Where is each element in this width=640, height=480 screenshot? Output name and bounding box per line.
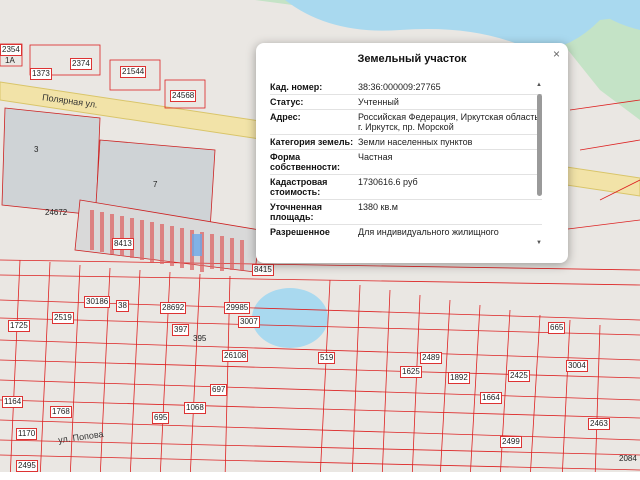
parcel-label: 695 [152,412,170,424]
parcel-label: 1664 [480,392,502,404]
parcel-label: 1068 [184,402,206,414]
parcel-label: 1170 [16,428,38,440]
parcel-label: 24672 [45,208,68,217]
parcel-label: 1164 [2,396,24,408]
parcel-label: 26108 [222,350,249,362]
parcel-label: 397 [172,324,190,336]
row-value-address: Российская Федерация, Иркутская область,… [358,112,542,132]
scroll-up-icon[interactable]: ▲ [536,82,542,88]
parcel-label: 1A [5,56,15,65]
parcel-label: 21544 [120,66,147,78]
parcel-label: 2425 [508,370,530,382]
table-row: Статус: Учтенный [270,94,542,109]
parcel-info-popup: Земельный участок × Кад. номер: 38:36:000… [256,43,568,263]
parcel-label: 2519 [52,312,74,324]
scroll-down-icon[interactable]: ▼ [536,240,542,246]
parcel-label: 24568 [170,90,197,102]
table-row: Разрешенное Для индивидуального жилищного [270,224,542,239]
row-key-status: Статус: [270,97,304,107]
map-footer-bar [0,472,640,480]
parcel-label: 30186 [84,296,111,308]
parcel-label: 665 [548,322,566,334]
parcel-label: 2499 [500,436,522,448]
table-row: Категория земель: Земли населенных пункто… [270,134,542,149]
table-row: Форма собственности: Частная [270,149,542,174]
selected-parcel[interactable] [192,234,202,256]
row-key-ownership: Форма собственности: [270,152,340,172]
parcel-label: 2463 [588,418,610,430]
parcel-label: 29985 [224,302,251,314]
parcel-label: 697 [210,384,228,396]
row-key-permitted-use: Разрешенное [270,227,330,237]
close-icon[interactable]: × [553,47,560,61]
row-value-land-category: Земли населенных пунктов [358,137,473,147]
parcel-label: 1625 [400,366,422,378]
parcel-label: 7 [153,180,158,189]
scroll-thumb[interactable] [537,94,542,196]
row-key-address: Адрес: [270,112,301,122]
popup-scrollbar[interactable]: ▲ ▼ [536,82,544,252]
row-value-ownership: Частная [358,152,393,162]
row-value-cadastral-value: 1730616.6 руб [358,177,418,187]
parcel-label: 2354 [0,44,22,56]
parcel-label: 519 [318,352,336,364]
parcel-label: 28692 [160,302,187,314]
parcel-label: 1892 [448,372,470,384]
row-key-land-category: Категория земель: [270,137,354,147]
row-key-cadastral-number: Кад. номер: [270,82,323,92]
row-key-cadastral-value: Кадастровая стоимость: [270,177,328,197]
parcel-label: 2084 [619,454,637,463]
parcel-label: 2374 [70,58,92,70]
parcel-label: 1768 [50,406,72,418]
row-value-status: Учтенный [358,97,399,107]
row-value-cadastral-number: 38:36:000009:27765 [358,82,441,92]
popup-properties-table[interactable]: Кад. номер: 38:36:000009:27765 Статус: Учт… [270,80,542,292]
parcel-label: 3007 [238,316,260,328]
parcel-label: 2495 [16,460,38,472]
row-value-permitted-use: Для индивидуального жилищного [358,227,499,237]
parcel-label: 2489 [420,352,442,364]
table-row: Кад. номер: 38:36:000009:27765 [270,80,542,94]
row-value-area: 1380 кв.м [358,202,398,212]
popup-title: Земельный участок [357,53,467,65]
row-key-area: Уточненная площадь: [270,202,322,222]
table-row: Адрес: Российская Федерация, Иркутская об… [270,109,542,134]
table-row: Кадастровая стоимость: 1730616.6 руб [270,174,542,199]
parcel-label: 3 [34,145,39,154]
parcel-label: 3004 [566,360,588,372]
parcel-label: 395 [193,334,207,343]
parcel-label: 38 [116,300,129,312]
parcel-label: 1373 [30,68,52,80]
table-row: Уточненная площадь: 1380 кв.м [270,199,542,224]
parcel-label: 1725 [8,320,30,332]
parcel-label: 8413 [112,238,134,250]
